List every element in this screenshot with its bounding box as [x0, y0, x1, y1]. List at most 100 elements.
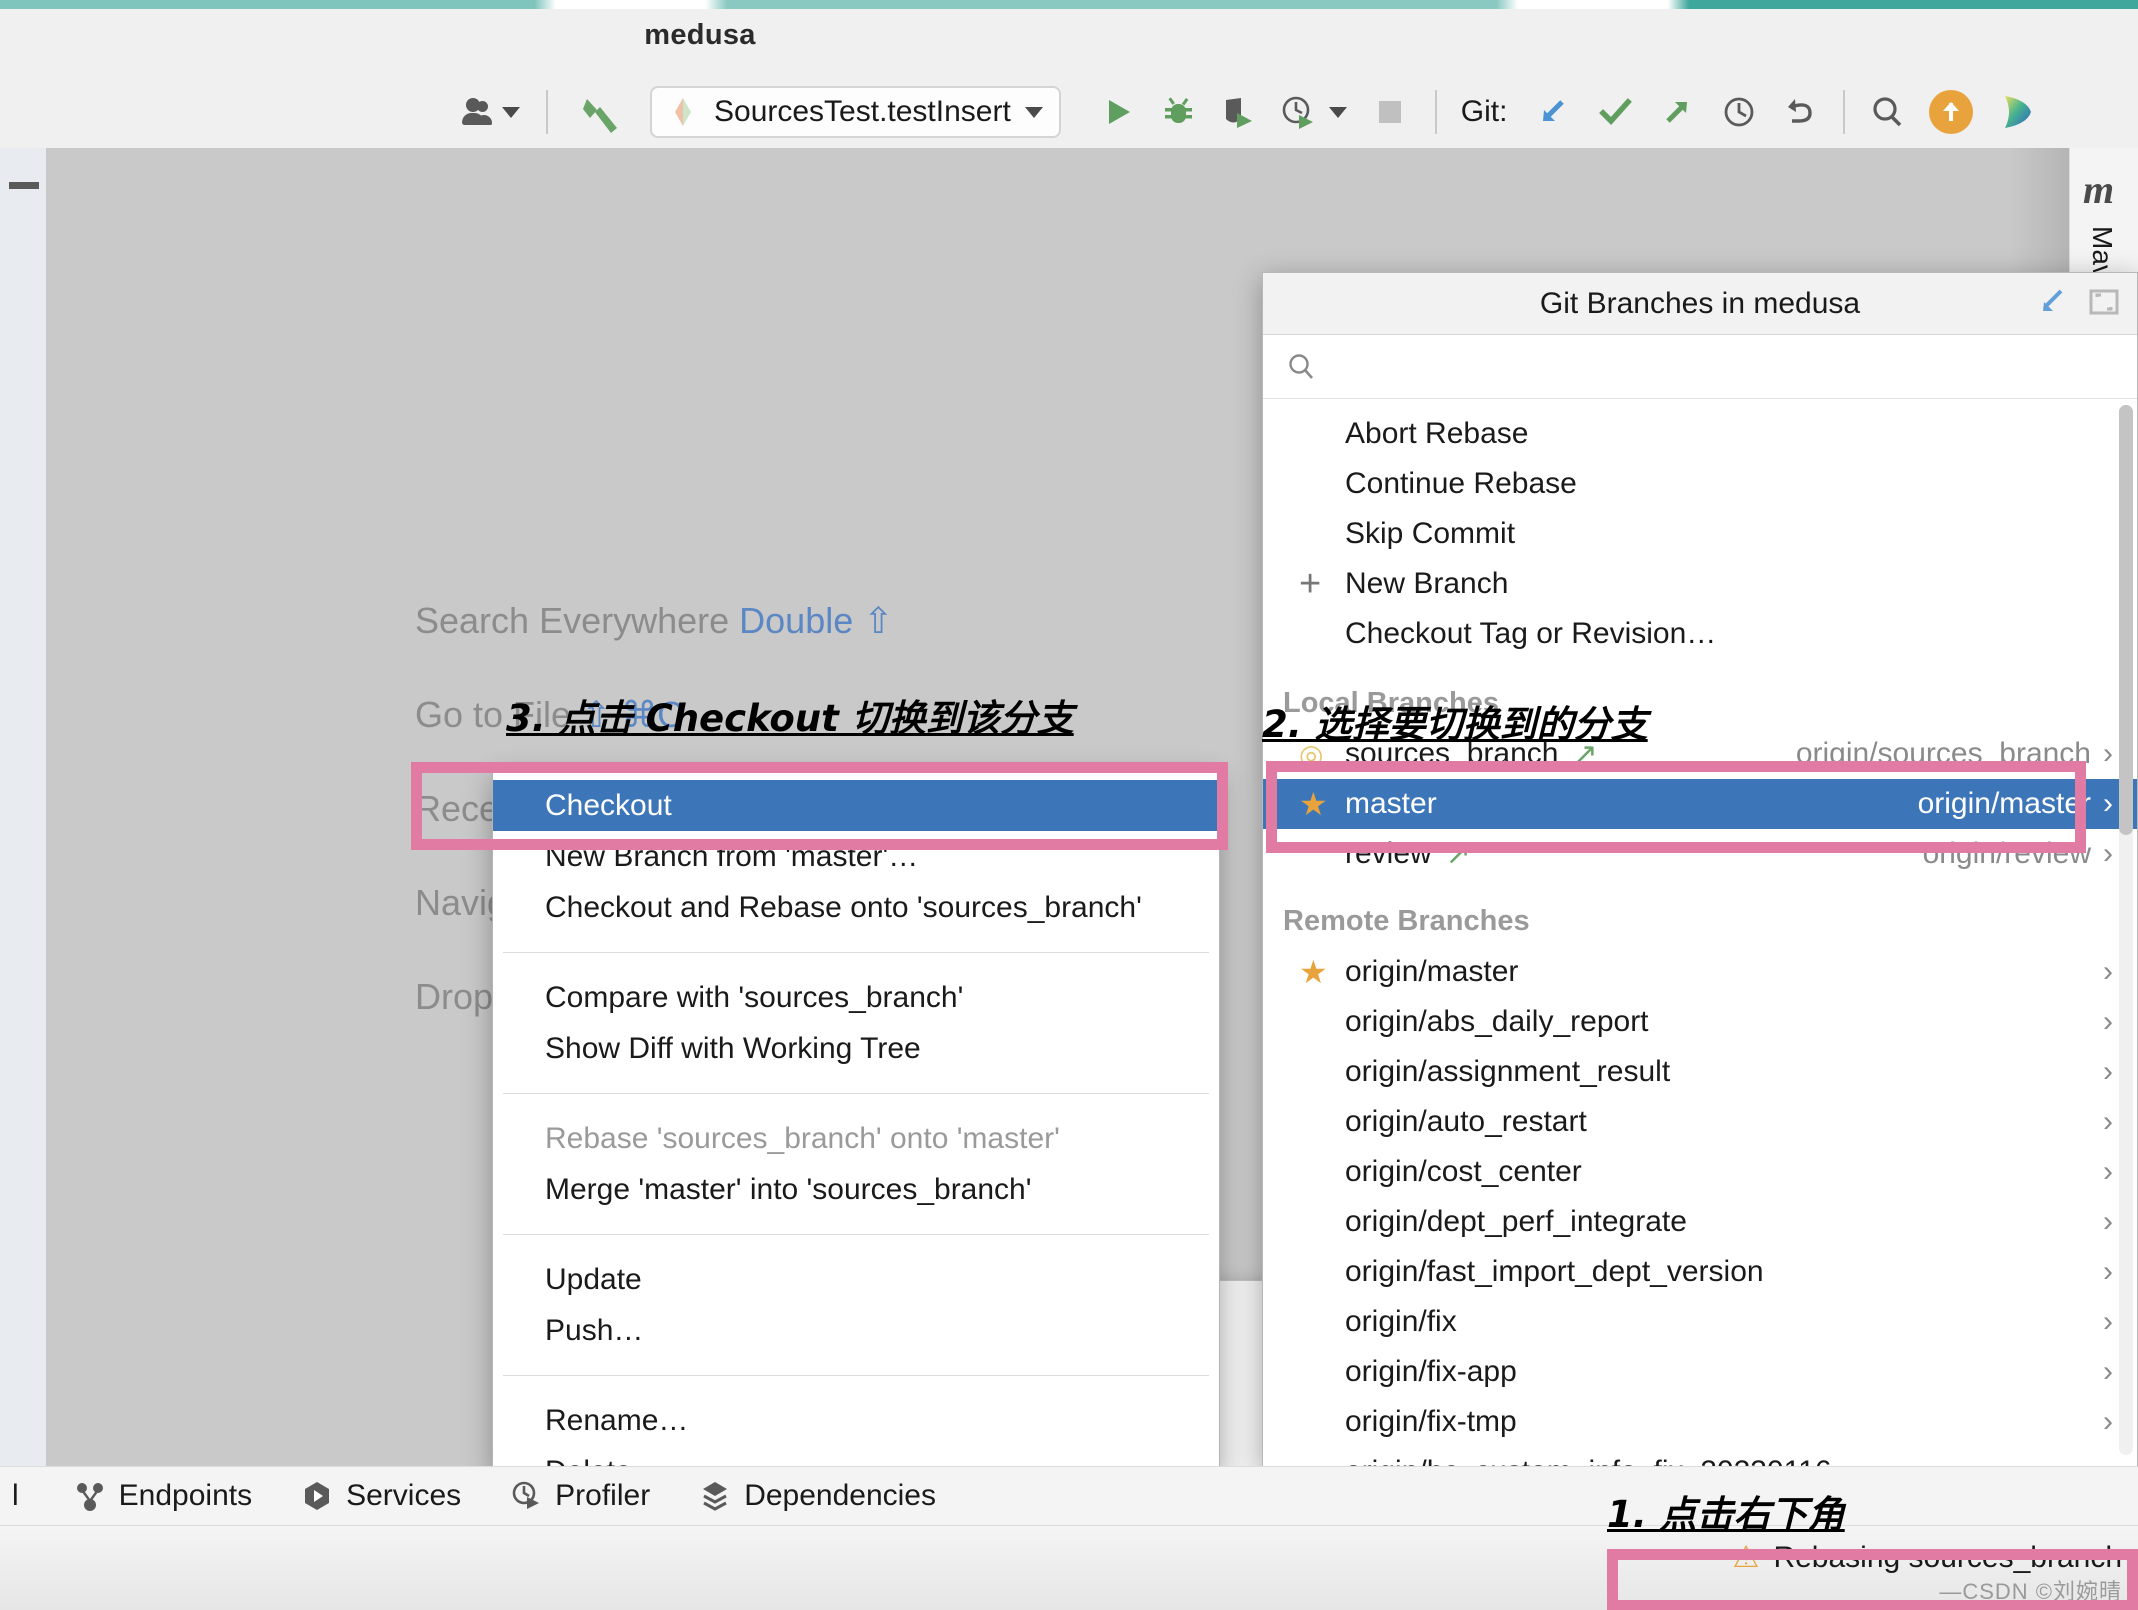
run-configuration-label: SourcesTest.testInsert	[714, 95, 1011, 129]
editor-tab-strip	[0, 0, 2138, 9]
run-configuration-selector[interactable]: SourcesTest.testInsert	[650, 86, 1061, 138]
remote-branch-assignment_result[interactable]: origin/assignment_result ›	[1263, 1047, 2137, 1097]
project-title: medusa	[0, 19, 1400, 52]
menu-item-merge-into[interactable]: Merge 'master' into 'sources_branch'	[493, 1164, 1219, 1215]
remote-branch-fast_import_dept_version[interactable]: origin/fast_import_dept_version ›	[1263, 1247, 2137, 1297]
branch-action-skip-commit[interactable]: Skip Commit	[1263, 509, 2137, 559]
chevron-down-icon	[502, 107, 520, 118]
run-with-coverage-icon[interactable]	[1219, 93, 1257, 131]
menu-item-show-diff[interactable]: Show Diff with Working Tree	[493, 1023, 1219, 1074]
hint-search-everywhere: Search Everywhere Double ⇧	[415, 600, 1315, 642]
branch-list-scrollbar[interactable]	[2119, 405, 2133, 1455]
search-icon[interactable]	[1867, 92, 1907, 132]
commit-icon[interactable]	[1595, 92, 1635, 132]
menu-item-compare-with[interactable]: Compare with 'sources_branch'	[493, 972, 1219, 1023]
popup-header: Git Branches in medusa	[1263, 273, 2137, 335]
branch-name: origin/auto_restart	[1345, 1105, 1587, 1139]
services-icon	[300, 1479, 334, 1513]
branch-list[interactable]: Abort Rebase Continue Rebase Skip Commit…	[1263, 399, 2137, 1467]
stop-icon[interactable]	[1373, 95, 1407, 129]
remote-branch-hc_custom_info_fix_20230116[interactable]: origin/hc_custom_info_fix_20230116 ›	[1263, 1447, 2137, 1467]
menu-item-push[interactable]: Push…	[493, 1305, 1219, 1356]
chevron-right-icon[interactable]: ›	[2103, 737, 2113, 771]
expand-popup-icon[interactable]	[2087, 285, 2121, 324]
branch-action-continue-rebase[interactable]: Continue Rebase	[1263, 459, 2137, 509]
bottom-tab-label: Endpoints	[119, 1479, 252, 1513]
branch-name: origin/assignment_result	[1345, 1055, 1670, 1089]
branch-name: origin/fix-tmp	[1345, 1405, 1517, 1439]
debug-icon[interactable]	[1159, 93, 1197, 131]
annotation-label-step1: 1. 点击右下角	[1607, 1484, 1845, 1538]
scrollbar-thumb[interactable]	[2119, 405, 2133, 835]
gutter-mark	[9, 182, 39, 189]
remote-branch-auto_restart[interactable]: origin/auto_restart ›	[1263, 1097, 2137, 1147]
chevron-right-icon[interactable]: ›	[2103, 1155, 2113, 1189]
chevron-right-icon[interactable]: ›	[2103, 1055, 2113, 1089]
users-icon[interactable]	[460, 97, 520, 127]
branch-name: origin/dept_perf_integrate	[1345, 1205, 1687, 1239]
hammer-icon[interactable]	[576, 89, 622, 135]
branch-action-checkout-tag[interactable]: Checkout Tag or Revision…	[1263, 609, 2137, 659]
ide-update-icon[interactable]	[1929, 90, 1973, 134]
branch-name: origin/cost_center	[1345, 1155, 1582, 1189]
bottom-tab-label: Services	[346, 1479, 461, 1513]
toolbar-divider	[1843, 90, 1845, 134]
hint-shortcut: Double ⇧	[739, 600, 893, 641]
chevron-right-icon[interactable]: ›	[2103, 1355, 2113, 1389]
branch-name: origin/fast_import_dept_version	[1345, 1255, 1764, 1289]
branch-name: origin/abs_daily_report	[1345, 1005, 1649, 1039]
run-with-profiler-icon[interactable]	[1279, 93, 1347, 131]
annotation-label-step3: 3. 点击 Checkout 切换到该分支	[506, 688, 1074, 742]
run-icon[interactable]	[1099, 93, 1137, 131]
menu-item-rename[interactable]: Rename…	[493, 1395, 1219, 1446]
chevron-right-icon[interactable]: ›	[2103, 1005, 2113, 1039]
ai-assistant-icon[interactable]	[1993, 90, 2037, 134]
chevron-right-icon[interactable]: ›	[2103, 955, 2113, 989]
annotation-box-step3	[411, 762, 1228, 850]
remote-branch-fix-tmp[interactable]: origin/fix-tmp ›	[1263, 1397, 2137, 1447]
hint-label: Search Everywhere	[415, 600, 729, 641]
branch-search-field[interactable]	[1263, 335, 2137, 399]
bottom-tab-profiler[interactable]: Profiler	[509, 1479, 650, 1513]
annotation-label-step2: 2. 选择要切换到的分支	[1262, 694, 1648, 748]
remote-branch-fix-app[interactable]: origin/fix-app ›	[1263, 1347, 2137, 1397]
branch-action-new-branch[interactable]: + New Branch	[1263, 559, 2137, 609]
remote-branch-abs_daily_report[interactable]: origin/abs_daily_report ›	[1263, 997, 2137, 1047]
chevron-right-icon[interactable]: ›	[2103, 1305, 2113, 1339]
remote-branch-master[interactable]: ★ origin/master ›	[1263, 947, 2137, 997]
bottom-tab-services[interactable]: Services	[300, 1479, 461, 1513]
branch-action-label: New Branch	[1345, 567, 1508, 601]
push-icon[interactable]	[1657, 92, 1697, 132]
branch-action-abort-rebase[interactable]: Abort Rebase	[1263, 409, 2137, 459]
toolbar-divider	[546, 90, 548, 134]
remote-branch-cost_center[interactable]: origin/cost_center ›	[1263, 1147, 2137, 1197]
remote-branch-dept_perf_integrate[interactable]: origin/dept_perf_integrate ›	[1263, 1197, 2137, 1247]
menu-item-rebase-onto: Rebase 'sources_branch' onto 'master'	[493, 1113, 1219, 1164]
star-icon: ★	[1299, 956, 1345, 988]
rollback-icon[interactable]	[1781, 92, 1821, 132]
chevron-right-icon[interactable]: ›	[2103, 837, 2113, 871]
chevron-right-icon[interactable]: ›	[2103, 1205, 2113, 1239]
history-icon[interactable]	[1719, 92, 1759, 132]
remote-branch-fix[interactable]: origin/fix ›	[1263, 1297, 2137, 1347]
branch-action-label: Continue Rebase	[1345, 467, 1577, 501]
annotation-box-step2	[1266, 761, 2086, 853]
update-project-icon[interactable]	[1533, 92, 1573, 132]
maven-icon: m	[2083, 166, 2114, 213]
menu-item-checkout-and-rebase[interactable]: Checkout and Rebase onto 'sources_branch…	[493, 882, 1219, 933]
menu-item-update[interactable]: Update	[493, 1254, 1219, 1305]
bottom-tab-dependencies[interactable]: Dependencies	[698, 1479, 936, 1513]
menu-divider	[503, 952, 1209, 953]
branch-context-menu: Checkout New Branch from 'master'… Check…	[492, 771, 1220, 1474]
chevron-right-icon[interactable]: ›	[2103, 1405, 2113, 1439]
menu-divider	[503, 1234, 1209, 1235]
chevron-right-icon[interactable]: ›	[2103, 1255, 2113, 1289]
dependencies-icon	[698, 1479, 732, 1513]
branch-name: origin/fix	[1345, 1305, 1457, 1339]
chevron-right-icon[interactable]: ›	[2103, 787, 2113, 821]
branch-settings-icon[interactable]	[2035, 285, 2069, 324]
bottom-tab-endpoints[interactable]: Endpoints	[73, 1479, 252, 1513]
chevron-right-icon[interactable]: ›	[2103, 1105, 2113, 1139]
section-remote-branches: Remote Branches	[1263, 895, 2137, 947]
branch-search-input[interactable]	[1331, 351, 2031, 383]
